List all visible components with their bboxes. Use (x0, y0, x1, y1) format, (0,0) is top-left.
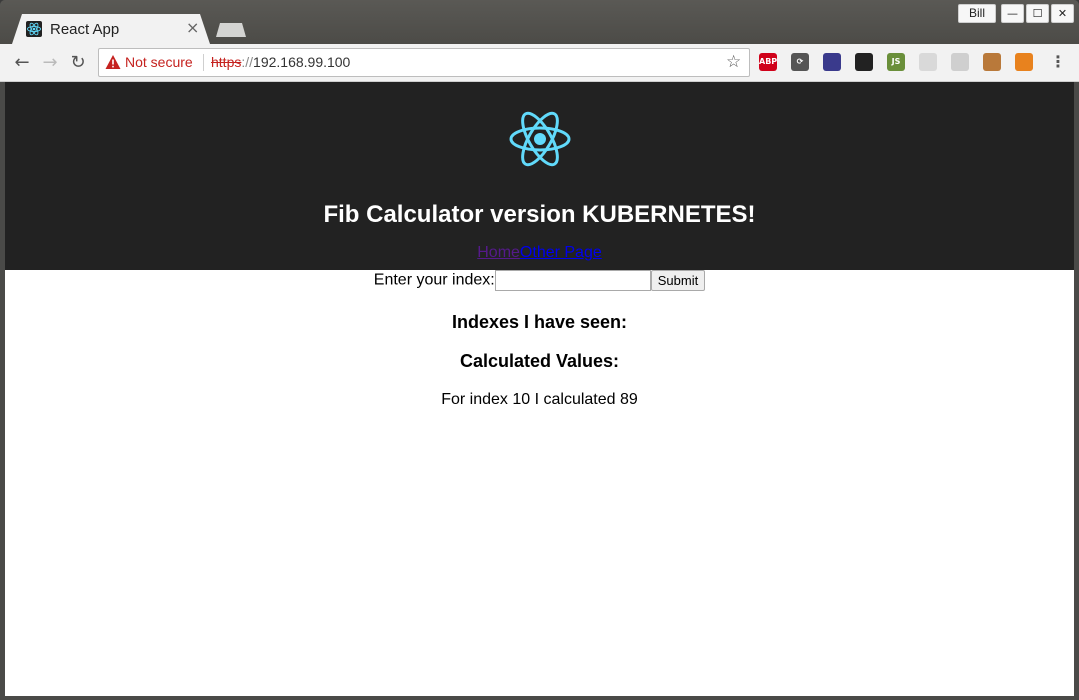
tab-react-app[interactable]: React App × (12, 14, 210, 44)
address-bar[interactable]: Not secure https://192.168.99.100 ☆ (98, 48, 750, 77)
sync-icon[interactable]: ⟳ (791, 53, 809, 71)
minimize-button[interactable]: — (1001, 4, 1024, 23)
tab-strip: React App × Bill — ☐ ✕ (0, 0, 1079, 44)
indexes-heading: Indexes I have seen: (451, 312, 628, 332)
tab-title: React App (50, 21, 120, 38)
new-tab-button[interactable] (216, 23, 246, 37)
submit-button[interactable]: Submit (650, 270, 706, 291)
browser-window: React App × Bill — ☐ ✕ ← → ↻ Not secure … (0, 0, 1079, 700)
browser-toolbar: ← → ↻ Not secure https://192.168.99.100 … (0, 44, 1079, 82)
js-icon[interactable]: JS (887, 53, 905, 71)
calculated-value-item: For index 10 I calculated 89 (441, 391, 638, 408)
menu-dots-icon[interactable]: ⋮ (1050, 52, 1066, 71)
index-input[interactable] (494, 270, 651, 291)
index-form: Enter your index: Submit (5, 270, 1074, 291)
url-separator: :// (241, 54, 254, 70)
react-logo-icon (509, 111, 571, 167)
color-picker-icon[interactable] (823, 53, 841, 71)
app-header: Fib Calculator version KUBERNETES! HomeO… (5, 82, 1074, 270)
shield-extension-icon[interactable] (951, 53, 969, 71)
url-text[interactable]: https://192.168.99.100 (211, 54, 350, 70)
fox-icon[interactable] (1015, 53, 1033, 71)
omnibox-divider (203, 54, 204, 71)
react-favicon-icon (26, 21, 42, 37)
url-scheme: https (211, 54, 242, 70)
ghost-icon[interactable] (919, 53, 937, 71)
monkey-icon[interactable] (983, 53, 1001, 71)
bookmark-star-icon[interactable]: ☆ (726, 52, 741, 72)
app-nav: HomeOther Page (5, 244, 1074, 262)
reload-button[interactable]: ↻ (67, 52, 89, 74)
react-devtools-icon[interactable] (855, 53, 873, 71)
forward-button[interactable]: → (39, 52, 61, 74)
close-window-button[interactable]: ✕ (1051, 4, 1074, 23)
page-viewport: Fib Calculator version KUBERNETES! HomeO… (5, 82, 1074, 696)
adblock-plus-icon[interactable]: ABP (759, 53, 777, 71)
other-page-link[interactable]: Other Page (520, 244, 602, 261)
warning-icon (105, 55, 121, 69)
index-label: Enter your index: (373, 271, 495, 289)
maximize-button[interactable]: ☐ (1026, 4, 1049, 23)
url-host: 192.168.99.100 (253, 54, 351, 70)
profile-button[interactable]: Bill (958, 4, 996, 23)
app-title: Fib Calculator version KUBERNETES! (323, 201, 756, 228)
tab-close-icon[interactable]: × (186, 19, 199, 37)
not-secure-label[interactable]: Not secure (125, 54, 193, 70)
back-button[interactable]: ← (11, 52, 33, 74)
home-link[interactable]: Home (477, 244, 520, 261)
values-heading: Calculated Values: (459, 351, 620, 371)
